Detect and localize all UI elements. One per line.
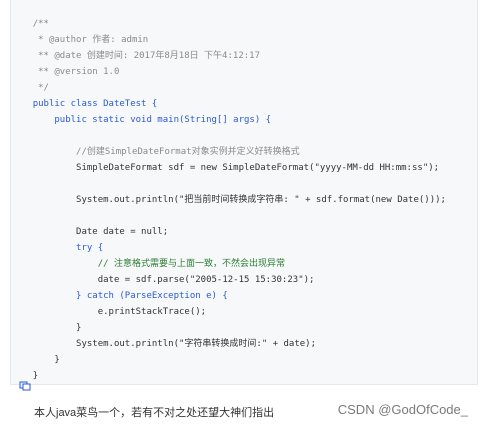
code-line: SimpleDateFormat sdf = new SimpleDateFor… [11,144,439,173]
code-line: } [11,336,59,365]
code-line: public static void main(String[] args) { [11,96,271,125]
code-line: System.out.println("字符串转换成时间:" + date); [11,320,316,349]
code-line: Date date = null; [11,208,168,237]
code-line: // 注意格式需要与上面一致，不然会出现异常 [11,240,285,269]
code-line: public class DateTest { [11,80,158,109]
csdn-watermark: CSDN @GodOfCode_ [337,402,468,417]
method-declaration: public static void main(String[] args) { [32,115,272,125]
closing-brace: } [32,371,39,381]
code-line: try { [11,224,103,253]
code-line: */ [11,64,49,93]
code-line: ** @version 1.0 [11,48,119,77]
code-statement: SimpleDateFormat sdf = new SimpleDateFor… [32,163,440,173]
code-line: } [11,352,38,381]
code-statement: System.out.println("把当前时间转换成字符串: " + sdf… [32,195,446,205]
code-line: ** @date 创建时间: 2017年8月18日 下午4:12:17 [11,32,260,61]
code-line: } catch (ParseException e) { [11,272,228,301]
code-line: /** [11,0,49,29]
code-line: * @author 作者: admin [11,16,148,45]
code-line: e.printStackTrace(); [11,288,206,317]
code-line: System.out.println("把当前时间转换成字符串: " + sdf… [11,176,446,205]
copy-code-icon[interactable] [19,376,31,391]
code-line: date = sdf.parse("2005-12-15 15:30:23"); [11,256,315,285]
code-statement: System.out.println("字符串转换成时间:" + date); [32,339,317,349]
code-line: //创建SimpleDateFormat对象实例并定义好转换格式 [11,128,300,157]
code-line: } [11,304,81,333]
author-note: 本人java菜鸟一个，若有不对之处还望大神们指出 [34,407,275,419]
code-block: /** * @author 作者: admin ** @date 创建时间: 2… [10,0,478,391]
